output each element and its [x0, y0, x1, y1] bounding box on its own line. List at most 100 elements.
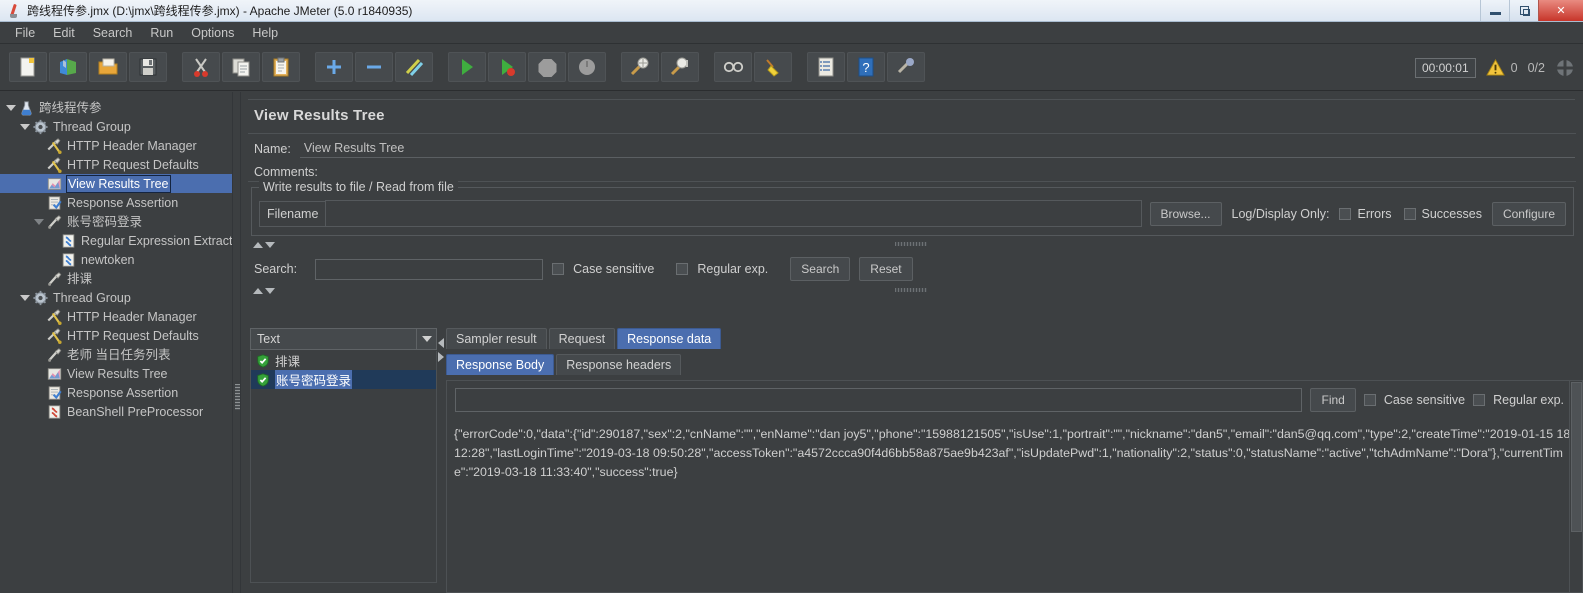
cut-button[interactable] — [182, 52, 220, 82]
errors-checkbox[interactable] — [1339, 207, 1352, 220]
primary-tabs[interactable]: Sampler result Request Response data — [446, 328, 1582, 349]
help-button[interactable]: ? — [847, 52, 885, 82]
chevron-down-icon[interactable] — [4, 101, 17, 114]
active-thread-count: 0/2 — [1527, 60, 1545, 75]
tree-node[interactable]: Response Assertion — [0, 383, 232, 402]
element-editor-panel: View Results Tree Name: Comments: Write … — [241, 92, 1583, 593]
menu-options[interactable]: Options — [182, 24, 243, 42]
svg-text:?: ? — [862, 60, 869, 75]
search-regular-exp-checkbox[interactable] — [676, 263, 689, 275]
warning-indicator[interactable]: 0 — [1485, 59, 1518, 76]
undo-button[interactable] — [887, 52, 925, 82]
main-splitter[interactable] — [232, 92, 241, 593]
close-button[interactable]: ✕ — [1538, 0, 1583, 21]
tab-sampler-result[interactable]: Sampler result — [446, 328, 547, 349]
tree-node[interactable]: Thread Group — [0, 117, 232, 136]
tab-request[interactable]: Request — [548, 328, 616, 349]
stop-button[interactable] — [528, 52, 566, 82]
successes-checkbox[interactable] — [1403, 207, 1416, 220]
test-plan-tree[interactable]: 跨线程传参 Thread Group HTTP Header Manager HTTP… — [0, 92, 232, 421]
menu-help[interactable]: Help — [243, 24, 287, 42]
search-reset-button[interactable]: Reset — [859, 257, 913, 281]
configure-button[interactable]: Configure — [1491, 201, 1566, 226]
tree-node[interactable]: 老师 当日任务列表 — [0, 345, 232, 364]
menu-search[interactable]: Search — [84, 24, 142, 42]
browse-button[interactable]: Browse... — [1149, 201, 1222, 226]
tree-node[interactable]: newtoken — [0, 250, 232, 269]
toggle-button[interactable] — [395, 52, 433, 82]
splitter-right-arrow-icon[interactable] — [438, 352, 444, 362]
open-button[interactable] — [89, 52, 127, 82]
tab-response-headers[interactable]: Response headers — [556, 354, 682, 375]
test-plan-icon — [21, 100, 32, 116]
find-input[interactable] — [455, 388, 1303, 412]
function-helper-button[interactable] — [807, 52, 845, 82]
find-regular-exp-checkbox[interactable] — [1473, 394, 1486, 406]
new-button[interactable] — [9, 52, 47, 82]
tree-node[interactable]: Regular Expression Extractor — [0, 231, 232, 250]
clear-button[interactable] — [621, 52, 659, 82]
result-list-item[interactable]: 排课 — [251, 351, 436, 370]
paste-button[interactable] — [262, 52, 300, 82]
chevron-down-icon[interactable] — [18, 120, 31, 133]
templates-button[interactable] — [49, 52, 87, 82]
result-list-item[interactable]: 账号密码登录 — [251, 370, 436, 389]
renderer-combo[interactable]: Text — [250, 328, 437, 350]
collapse-up-icon[interactable] — [253, 242, 263, 248]
start-button[interactable] — [448, 52, 486, 82]
tree-node[interactable]: HTTP Request Defaults — [0, 155, 232, 174]
upper-drag-grip[interactable] — [895, 242, 927, 246]
menu-file[interactable]: File — [6, 24, 44, 42]
search-input[interactable] — [315, 258, 544, 280]
tree-node[interactable]: HTTP Request Defaults — [0, 326, 232, 345]
tab-response-data[interactable]: Response data — [617, 328, 722, 349]
lower-drag-grip[interactable] — [895, 288, 927, 292]
chevron-down-icon[interactable] — [416, 329, 436, 349]
start-no-pause-button[interactable] — [488, 52, 526, 82]
search-reset-button[interactable] — [754, 52, 792, 82]
collapse-down-icon[interactable] — [265, 242, 275, 248]
tree-node[interactable]: 排课 — [0, 269, 232, 288]
copy-button[interactable] — [222, 52, 260, 82]
tree-node[interactable]: 跨线程传参 — [0, 98, 232, 117]
tree-node[interactable]: View Results Tree — [0, 364, 232, 383]
tree-node[interactable]: HTTP Header Manager — [0, 136, 232, 155]
tree-node[interactable]: Thread Group — [0, 288, 232, 307]
restore-button[interactable] — [1509, 0, 1538, 21]
tree-toggle-spacer — [32, 177, 45, 190]
lower-collapse-row[interactable] — [241, 285, 1583, 297]
search-case-sensitive-checkbox[interactable] — [552, 263, 565, 275]
chevron-down-icon[interactable] — [32, 215, 45, 228]
response-scroll-thumb[interactable] — [1571, 382, 1582, 532]
upper-collapse-row[interactable] — [241, 239, 1583, 251]
collapse-down-icon-2[interactable] — [265, 288, 275, 294]
tree-node[interactable]: View Results Tree — [0, 174, 232, 193]
tree-node[interactable]: 账号密码登录 — [0, 212, 232, 231]
minimize-button[interactable] — [1480, 0, 1509, 21]
save-button[interactable] — [129, 52, 167, 82]
clear-all-button[interactable] — [661, 52, 699, 82]
tab-response-body[interactable]: Response Body — [446, 354, 555, 375]
expand-all-button[interactable] — [315, 52, 353, 82]
find-button[interactable]: Find — [1310, 388, 1356, 412]
results-list[interactable]: 排课 账号密码登录 — [250, 328, 1583, 593]
shutdown-button[interactable] — [568, 52, 606, 82]
response-scrollbar[interactable] — [1569, 381, 1582, 592]
collapse-up-icon-2[interactable] — [253, 288, 263, 294]
menu-run[interactable]: Run — [141, 24, 182, 42]
secondary-tabs[interactable]: Response Body Response headers — [446, 354, 1582, 375]
results-splitter[interactable] — [437, 328, 446, 593]
search-button[interactable] — [714, 52, 752, 82]
collapse-all-button[interactable] — [355, 52, 393, 82]
tree-node[interactable]: Response Assertion — [0, 193, 232, 212]
search-submit-button[interactable]: Search — [790, 257, 851, 281]
menu-edit[interactable]: Edit — [44, 24, 84, 42]
tree-node[interactable]: HTTP Header Manager — [0, 307, 232, 326]
name-input[interactable] — [299, 139, 1575, 158]
chevron-down-icon[interactable] — [18, 291, 31, 304]
find-case-sensitive-checkbox[interactable] — [1363, 394, 1376, 406]
filename-input[interactable] — [325, 200, 1142, 227]
write-results-title: Write results to file / Read from file — [259, 180, 458, 194]
tree-node[interactable]: BeanShell PreProcessor — [0, 402, 232, 421]
splitter-left-arrow-icon[interactable] — [438, 338, 444, 348]
